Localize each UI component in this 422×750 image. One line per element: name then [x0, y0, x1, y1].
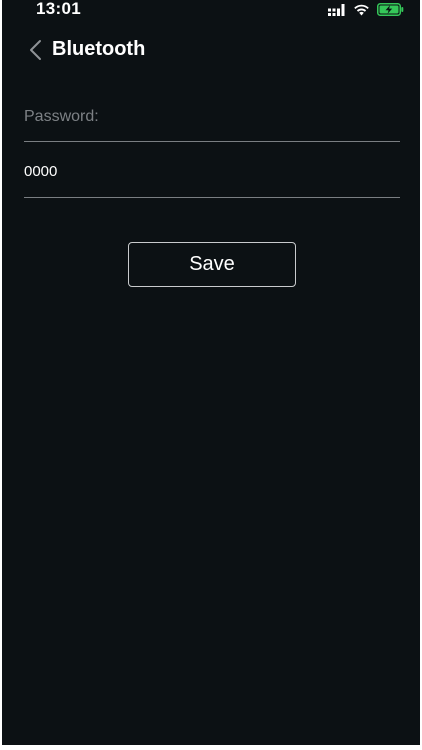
save-button[interactable]: Save — [128, 242, 296, 287]
status-bar: 13:01 — [2, 0, 420, 24]
signal-icon — [328, 3, 345, 16]
status-icons — [328, 3, 404, 16]
page-title: Bluetooth — [52, 38, 146, 60]
wifi-icon — [354, 4, 369, 16]
bluetooth-settings-screen: 13:01 Bluetooth Password: 0000 Save — [2, 0, 420, 745]
label-divider — [24, 141, 400, 142]
navigation-bar: Bluetooth — [2, 30, 420, 70]
password-label: Password: — [24, 108, 99, 125]
battery-charging-icon — [377, 3, 404, 16]
chevron-left-icon[interactable] — [28, 39, 44, 61]
input-divider — [24, 197, 400, 198]
password-field[interactable] — [24, 158, 400, 184]
status-time: 13:01 — [36, 0, 81, 18]
